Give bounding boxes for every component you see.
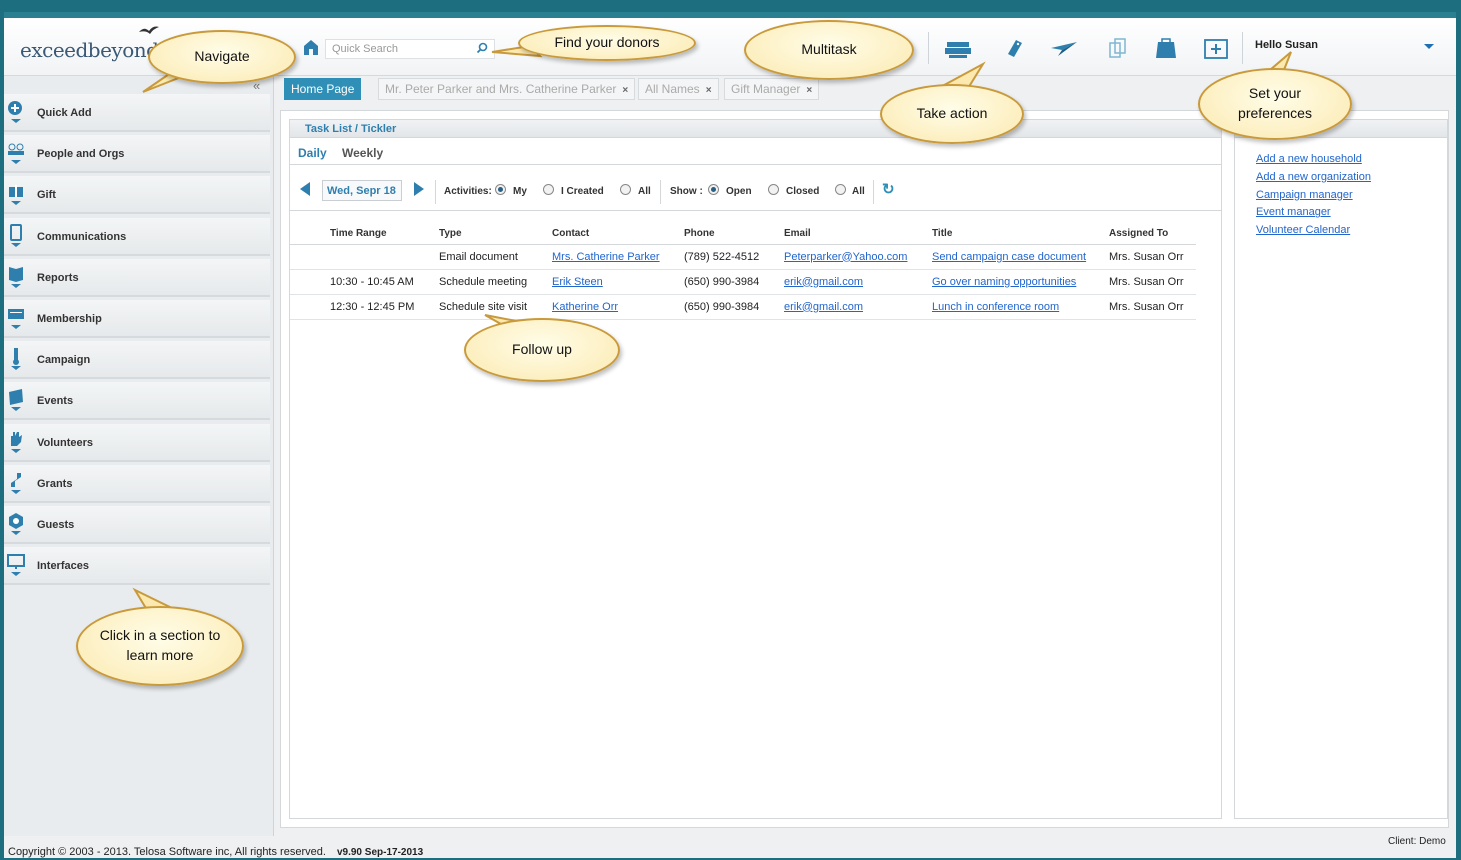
- callout-text: preferences: [1238, 105, 1312, 121]
- callout-text: Find your donors: [554, 34, 660, 51]
- callout-text: Multitask: [801, 41, 857, 58]
- callout-set-preferences: Set your preferences: [1198, 68, 1352, 140]
- callout-text: Click in a section to: [99, 627, 221, 644]
- callout-text: Take action: [916, 105, 988, 122]
- callout-text: learn more: [126, 647, 194, 663]
- callout-text: Navigate: [194, 48, 250, 65]
- callout-multitask: Multitask: [744, 20, 914, 80]
- callout-take-action: Take action: [880, 84, 1024, 144]
- callout-find-donors: Find your donors: [518, 25, 696, 61]
- callout-text: Follow up: [512, 341, 572, 358]
- callout-follow-up: Follow up: [464, 318, 620, 382]
- callout-text: Set your: [1248, 85, 1302, 102]
- callout-click-section: Click in a section to learn more: [76, 606, 244, 686]
- callout-navigate: Navigate: [148, 30, 296, 84]
